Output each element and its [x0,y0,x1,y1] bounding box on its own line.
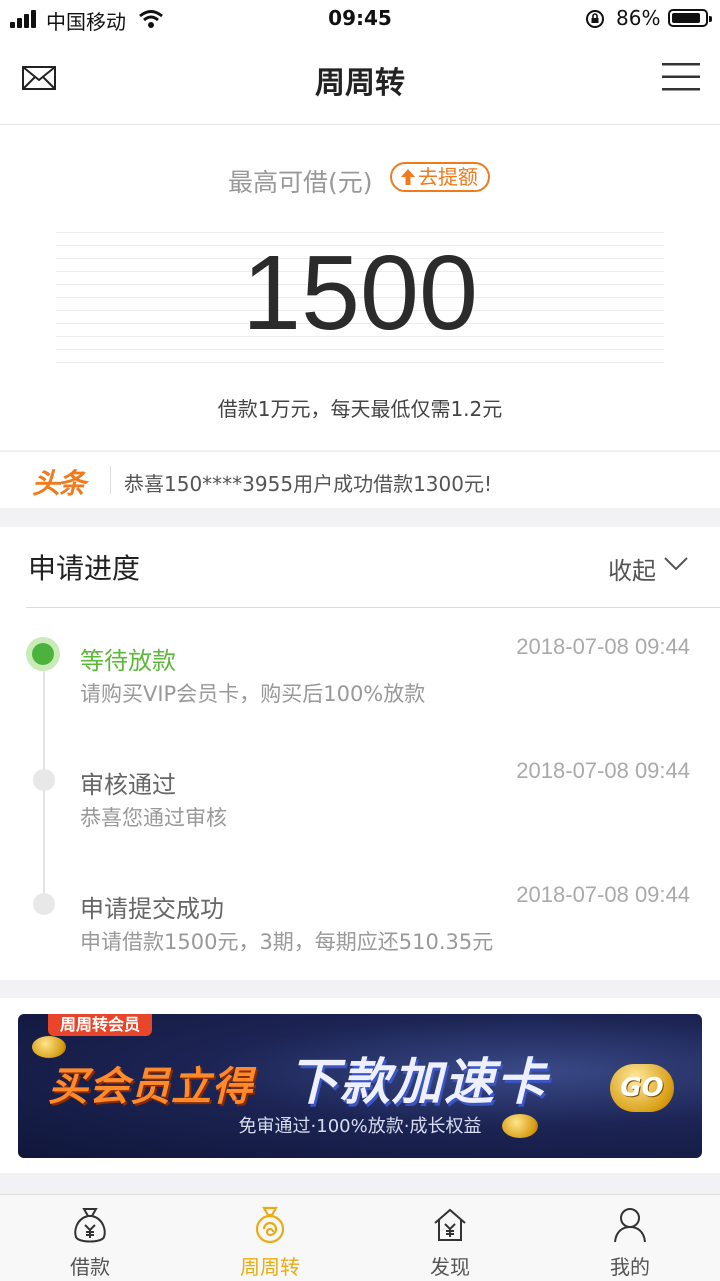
tab-bar: 借款 周周转 发现 我的 [0,1194,720,1281]
step-desc: 请购买VIP会员卡，购买后100%放款 [80,682,426,706]
money-bag-icon [74,1208,106,1243]
credit-amount: 1500 [242,234,478,352]
step-dot [33,893,55,915]
credit-card: 最高可借(元) 去提额 1500 借款1万元，每天最低仅需1.2元 [0,125,720,450]
tab-discover[interactable]: 发现 [360,1195,540,1281]
ticker-divider [110,466,111,494]
arrow-up-icon [401,169,415,185]
home-yen-icon [434,1208,466,1241]
step-title: 等待放款 [80,647,176,675]
clock: 09:45 [328,6,392,30]
chevron-down-icon [664,557,688,571]
step-desc: 恭喜您通过审核 [80,806,227,830]
status-bar: 中国移动 09:45 86% [0,0,720,40]
raise-limit-button[interactable]: 去提额 [390,162,490,192]
tab-mine[interactable]: 我的 [540,1195,720,1281]
step-title: 申请提交成功 [80,895,224,923]
banner-headline-right: 下款加速卡 [288,1053,548,1111]
rotation-lock-icon [586,10,604,28]
collapse-label: 收起 [608,557,656,585]
step-time: 2018-07-08 09:44 [516,882,690,907]
tab-zhouzhouzhuan[interactable]: 周周转 [180,1195,360,1281]
step-desc: 申请借款1500元，3期，每期应还510.35元 [80,930,494,954]
banner-subtitle: 免审通过·100%放款·成长权益 [238,1116,482,1137]
progress-title: 申请进度 [28,552,141,585]
application-progress: 申请进度 收起 等待放款 请购买VIP会员卡，购买后100%放款 2018-07… [0,527,720,980]
menu-icon[interactable] [662,62,700,92]
step-dot [33,769,55,791]
divider [26,607,720,608]
go-button[interactable]: GO [610,1064,674,1112]
user-icon [614,1208,646,1243]
news-ticker[interactable]: 头条 恭喜150****3955用户成功借款1300元! [0,451,720,508]
ticker-message: 恭喜150****3955用户成功借款1300元! [124,472,492,496]
step-title: 审核通过 [80,771,176,799]
tab-label: 周周转 [240,1255,300,1279]
credit-label: 最高可借(元) [228,168,373,197]
battery-percent: 86% [616,6,661,30]
ticker-logo: 头条 [32,467,86,500]
step-time: 2018-07-08 09:44 [516,634,690,659]
promo-banner[interactable]: 周周转会员 买会员立得 下款加速卡 免审通过·100%放款·成长权益 GO [18,1014,702,1158]
coin-swirl-icon [255,1206,285,1244]
tab-label: 我的 [610,1255,650,1279]
nav-bar: 周周转 [0,40,720,125]
step-dot-active [26,637,60,671]
step-time: 2018-07-08 09:44 [516,758,690,783]
promo-banner-container: 周周转会员 买会员立得 下款加速卡 免审通过·100%放款·成长权益 GO [0,998,720,1173]
credit-note: 借款1万元，每天最低仅需1.2元 [217,397,503,421]
page-title: 周周转 [315,66,405,101]
tab-label: 借款 [70,1255,110,1279]
tab-borrow[interactable]: 借款 [0,1195,180,1281]
tab-label: 发现 [430,1255,470,1279]
banner-tag: 周周转会员 [48,1014,153,1036]
banner-headline-left: 买会员立得 [48,1064,253,1110]
raise-limit-label: 去提额 [418,165,478,189]
collapse-button[interactable]: 收起 [608,551,688,586]
battery-icon [668,9,712,27]
